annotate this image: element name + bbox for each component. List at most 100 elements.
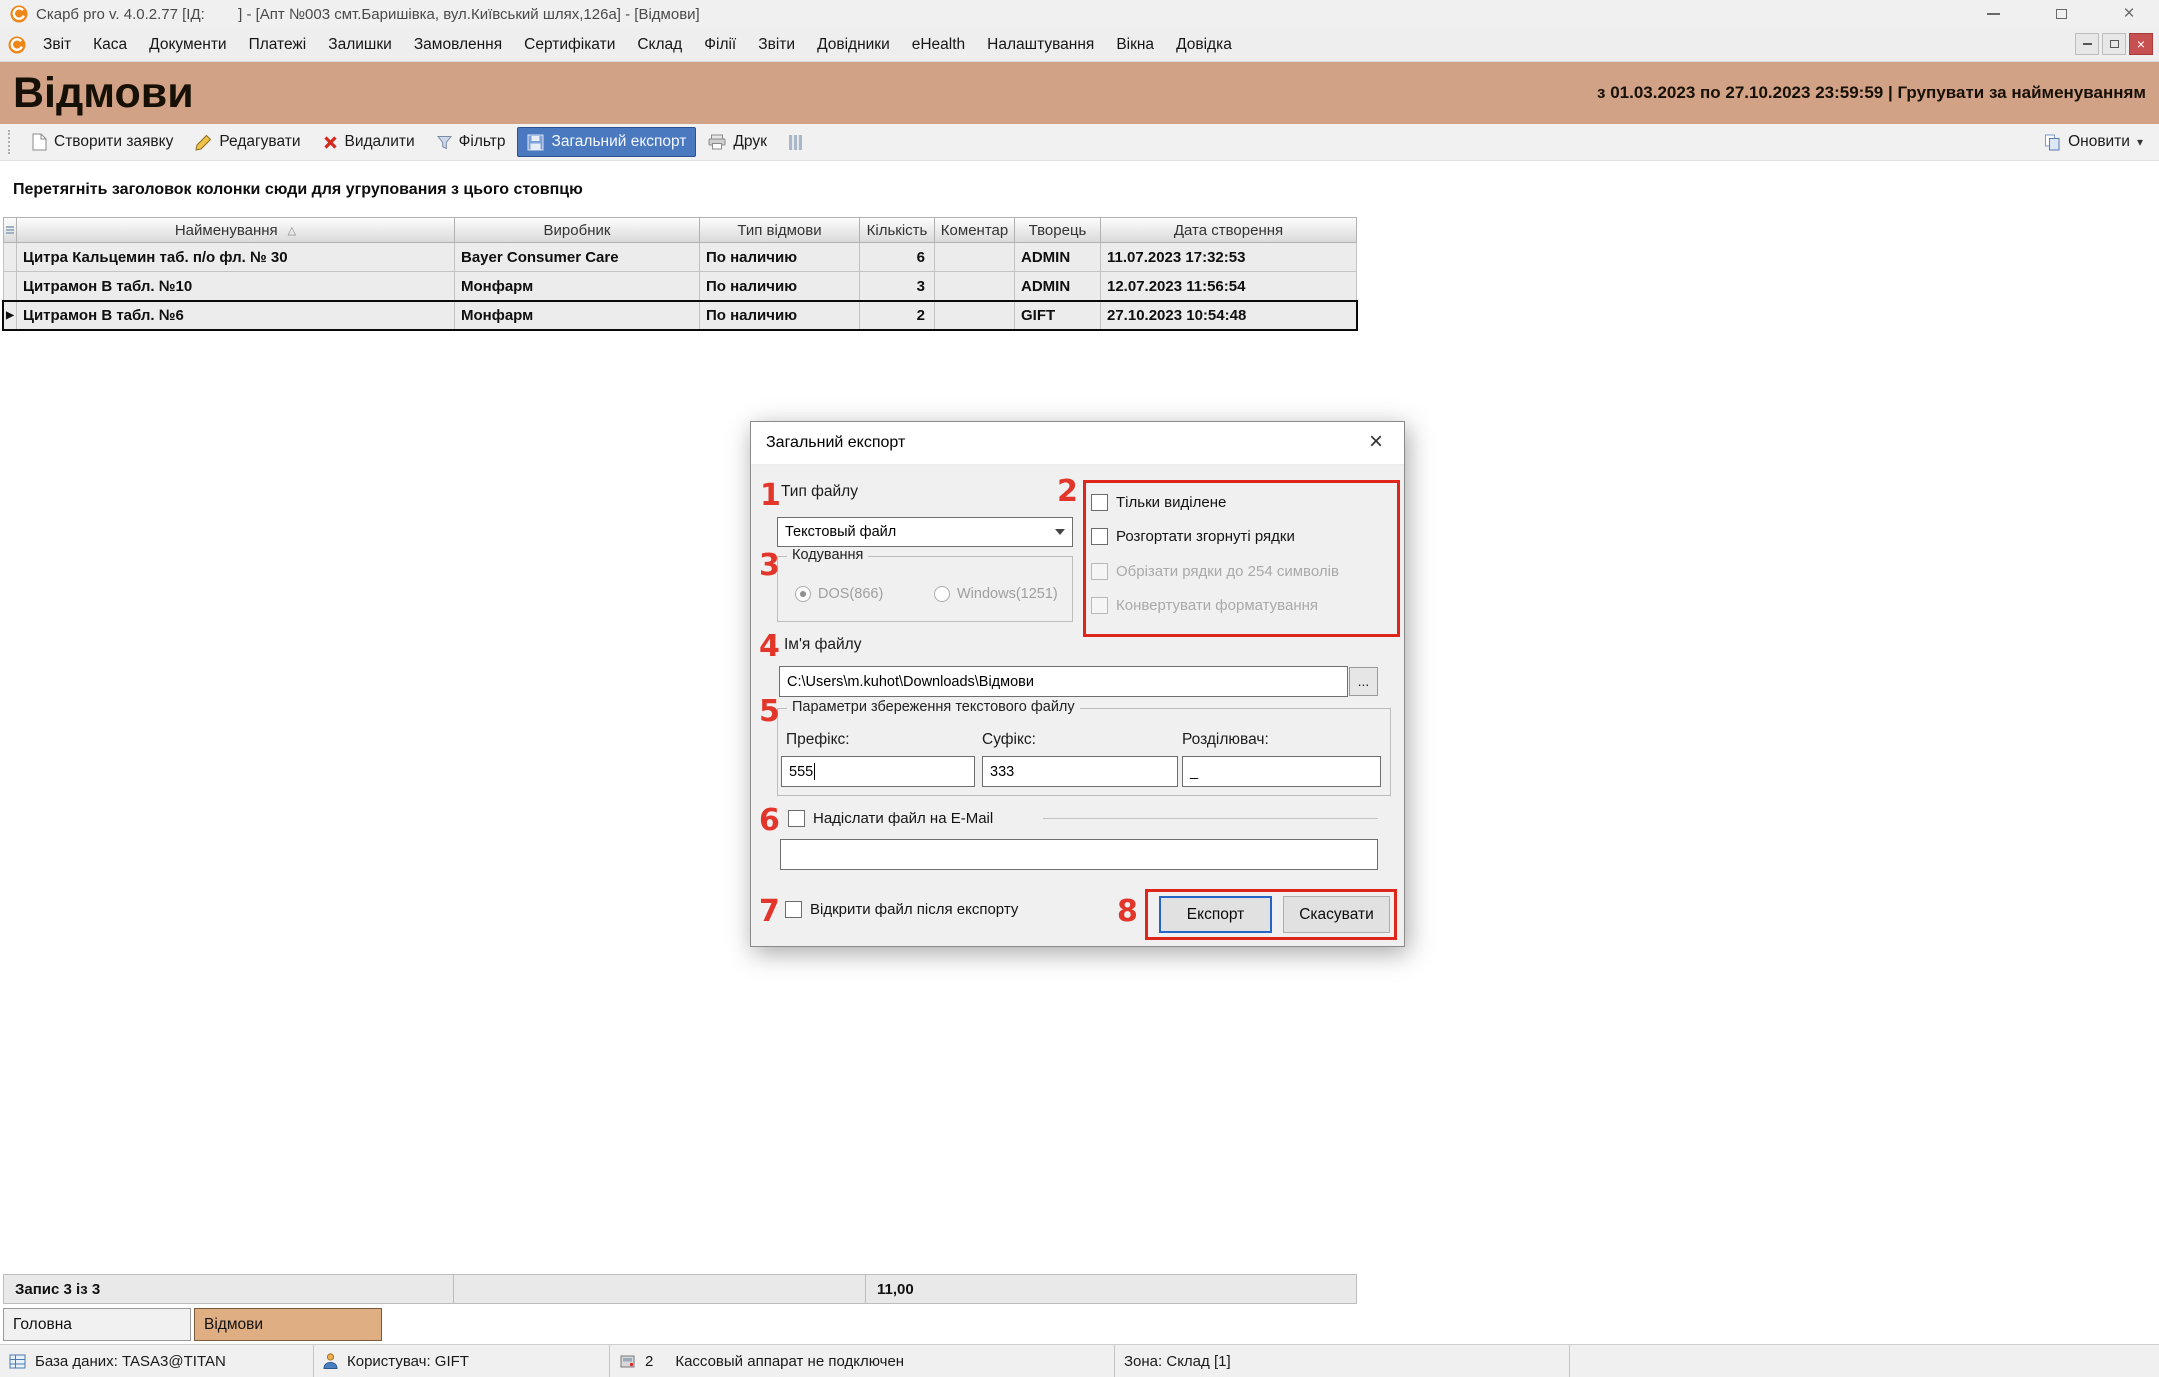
sort-asc-icon: △	[288, 224, 296, 237]
text-params-label: Параметри збереження текстового файлу	[787, 699, 1080, 715]
cell-quantity: 3	[860, 272, 935, 301]
table-row[interactable]: Цитра Кальцемин таб. п/о фл. № 30 Bayer …	[3, 243, 1357, 272]
menu-item-nalashtuvannia[interactable]: Налаштування	[976, 36, 1105, 54]
column-header-label: Найменування	[175, 222, 278, 239]
cell-refusal-type: По наличию	[700, 272, 860, 301]
user-icon	[323, 1353, 338, 1369]
menu-item-dovidnyky[interactable]: Довідники	[806, 36, 901, 54]
menu-item-dokumenty[interactable]: Документи	[138, 36, 237, 54]
refresh-button[interactable]: Оновити ▾	[2044, 133, 2143, 151]
column-header-quantity[interactable]: Кількість	[860, 217, 935, 243]
window-minimize-button[interactable]	[1985, 6, 2001, 22]
menu-item-zamovlennia[interactable]: Замовлення	[403, 36, 513, 54]
status-bar: База даних: TASA3@TITAN Користувач: GIFT…	[0, 1344, 2159, 1377]
separator-label: Розділювач:	[1182, 731, 1269, 749]
email-group-line	[1043, 818, 1378, 819]
columns-layout-button[interactable]	[779, 129, 812, 156]
menu-item-filii[interactable]: Філії	[693, 36, 747, 54]
statusbar-database: База даних: TASA3@TITAN	[0, 1345, 314, 1377]
cash-register-icon	[619, 1354, 636, 1369]
annotation-number-8: 8	[1117, 897, 1138, 927]
record-count: Запис 3 із 3	[3, 1274, 454, 1304]
menu-item-dovidka[interactable]: Довідка	[1165, 36, 1243, 54]
menu-item-zvit[interactable]: Звіт	[32, 36, 82, 54]
mdi-close-button[interactable]: ×	[2129, 33, 2153, 55]
column-header-refusal-type[interactable]: Тип відмови	[700, 217, 860, 243]
grid-footer: Запис 3 із 3 11,00	[3, 1274, 1357, 1304]
toolbar-grip	[8, 130, 14, 154]
table-row[interactable]: Цитрамон В табл. №10 Монфарм По наличию …	[3, 272, 1357, 301]
cell-creator: ADMIN	[1015, 243, 1101, 272]
toolbar: Створити заявку Редагувати Видалити Філь…	[0, 124, 2159, 161]
menu-item-zvity[interactable]: Звіти	[747, 36, 806, 54]
window-controls: ×	[1985, 0, 2137, 28]
file-name-label: Ім'я файлу	[784, 636, 861, 654]
mdi-restore-button[interactable]	[2102, 33, 2126, 55]
annotation-number-1: 1	[760, 481, 781, 511]
row-indicator	[3, 243, 17, 272]
menu-bar: Звіт Каса Документи Платежі Залишки Замо…	[0, 28, 2159, 62]
annotation-number-5: 5	[759, 697, 780, 727]
tab-refusals[interactable]: Відмови	[194, 1308, 382, 1341]
menu-item-zalyshky[interactable]: Залишки	[317, 36, 403, 54]
window-close-button[interactable]: ×	[2121, 6, 2137, 22]
separator-value: _	[1190, 764, 1198, 780]
cell-quantity: 6	[860, 243, 935, 272]
menu-item-kasa[interactable]: Каса	[82, 36, 138, 54]
column-chooser-button[interactable]	[3, 217, 17, 243]
bottom-tabs: Головна Відмови	[3, 1308, 382, 1341]
title-bar: Скарб pro v. 4.0.2.77 [ІД: ] - [Апт №003…	[0, 0, 2159, 28]
filter-button[interactable]: Фільтр	[427, 127, 516, 157]
cell-comment	[935, 243, 1015, 272]
chevron-down-icon[interactable]: ▾	[2137, 135, 2143, 149]
prefix-input[interactable]: 555	[781, 756, 975, 787]
table-row-selected[interactable]: ▶ Цитрамон В табл. №6 Монфарм По наличию…	[3, 301, 1357, 330]
checkbox-unchecked-icon	[785, 901, 802, 918]
checkbox-send-email[interactable]: Надіслати файл на E-Mail	[788, 810, 993, 827]
cell-creator: ADMIN	[1015, 272, 1101, 301]
delete-button[interactable]: Видалити	[313, 127, 425, 157]
edit-button[interactable]: Редагувати	[185, 127, 310, 157]
file-type-select[interactable]: Текстовый файл	[777, 517, 1073, 547]
group-by-hint: Перетягніть заголовок колонки сюди для у…	[13, 181, 583, 199]
text-params-groupbox: Параметри збереження текстового файлу Пр…	[777, 708, 1391, 796]
email-input[interactable]	[780, 839, 1378, 870]
column-header-producer[interactable]: Виробник	[455, 217, 700, 243]
minimize-icon	[1987, 13, 2000, 15]
menu-item-ehealth[interactable]: eHealth	[901, 36, 976, 54]
period-filter-label: з 01.03.2023 по 27.10.2023 23:59:59 | Гр…	[1597, 83, 2146, 103]
checkbox-unchecked-icon	[788, 810, 805, 827]
menu-item-vikna[interactable]: Вікна	[1105, 36, 1165, 54]
tab-main[interactable]: Головна	[3, 1308, 191, 1341]
print-button[interactable]: Друк	[698, 127, 776, 157]
delete-x-icon	[323, 135, 338, 150]
encoding-groupbox: Кодування DOS(866) Windows(1251)	[777, 556, 1073, 622]
cell-created: 27.10.2023 10:54:48	[1101, 301, 1357, 330]
footer-empty-cell	[454, 1274, 866, 1304]
menu-item-sklad[interactable]: Склад	[626, 36, 693, 54]
separator-input[interactable]: _	[1182, 756, 1381, 787]
menu-item-platezhi[interactable]: Платежі	[238, 36, 318, 54]
column-header-comment[interactable]: Коментар	[935, 217, 1015, 243]
column-header-name[interactable]: Найменування △	[17, 217, 455, 243]
dialog-title: Загальний експорт	[766, 434, 905, 452]
window-title: Скарб pro v. 4.0.2.77 [ІД: ] - [Апт №003…	[36, 6, 700, 23]
window-restore-button[interactable]	[2053, 6, 2069, 22]
chevron-down-icon	[1055, 529, 1065, 535]
column-header-label: Виробник	[544, 222, 611, 239]
column-header-creator[interactable]: Творець	[1015, 217, 1101, 243]
export-dialog: Загальний експорт × Тип файлу Текстовый …	[750, 421, 1405, 947]
create-request-button[interactable]: Створити заявку	[22, 127, 183, 157]
checkbox-open-after-export[interactable]: Відкрити файл після експорту	[785, 901, 1018, 918]
menu-item-sertyfikaty[interactable]: Сертифікати	[513, 36, 626, 54]
general-export-button[interactable]: Загальний експорт	[517, 127, 696, 157]
restore-icon	[2056, 9, 2067, 19]
file-name-input[interactable]: C:\Users\m.kuhot\Downloads\Відмови	[779, 666, 1348, 697]
browse-button[interactable]: ...	[1349, 667, 1378, 696]
column-header-created[interactable]: Дата створення	[1101, 217, 1357, 243]
dialog-close-button[interactable]: ×	[1363, 429, 1389, 455]
selected-row-arrow-icon: ▶	[6, 310, 14, 321]
mdi-minimize-button[interactable]	[2075, 33, 2099, 55]
text-cursor	[814, 763, 815, 780]
suffix-input[interactable]: 333	[982, 756, 1178, 787]
